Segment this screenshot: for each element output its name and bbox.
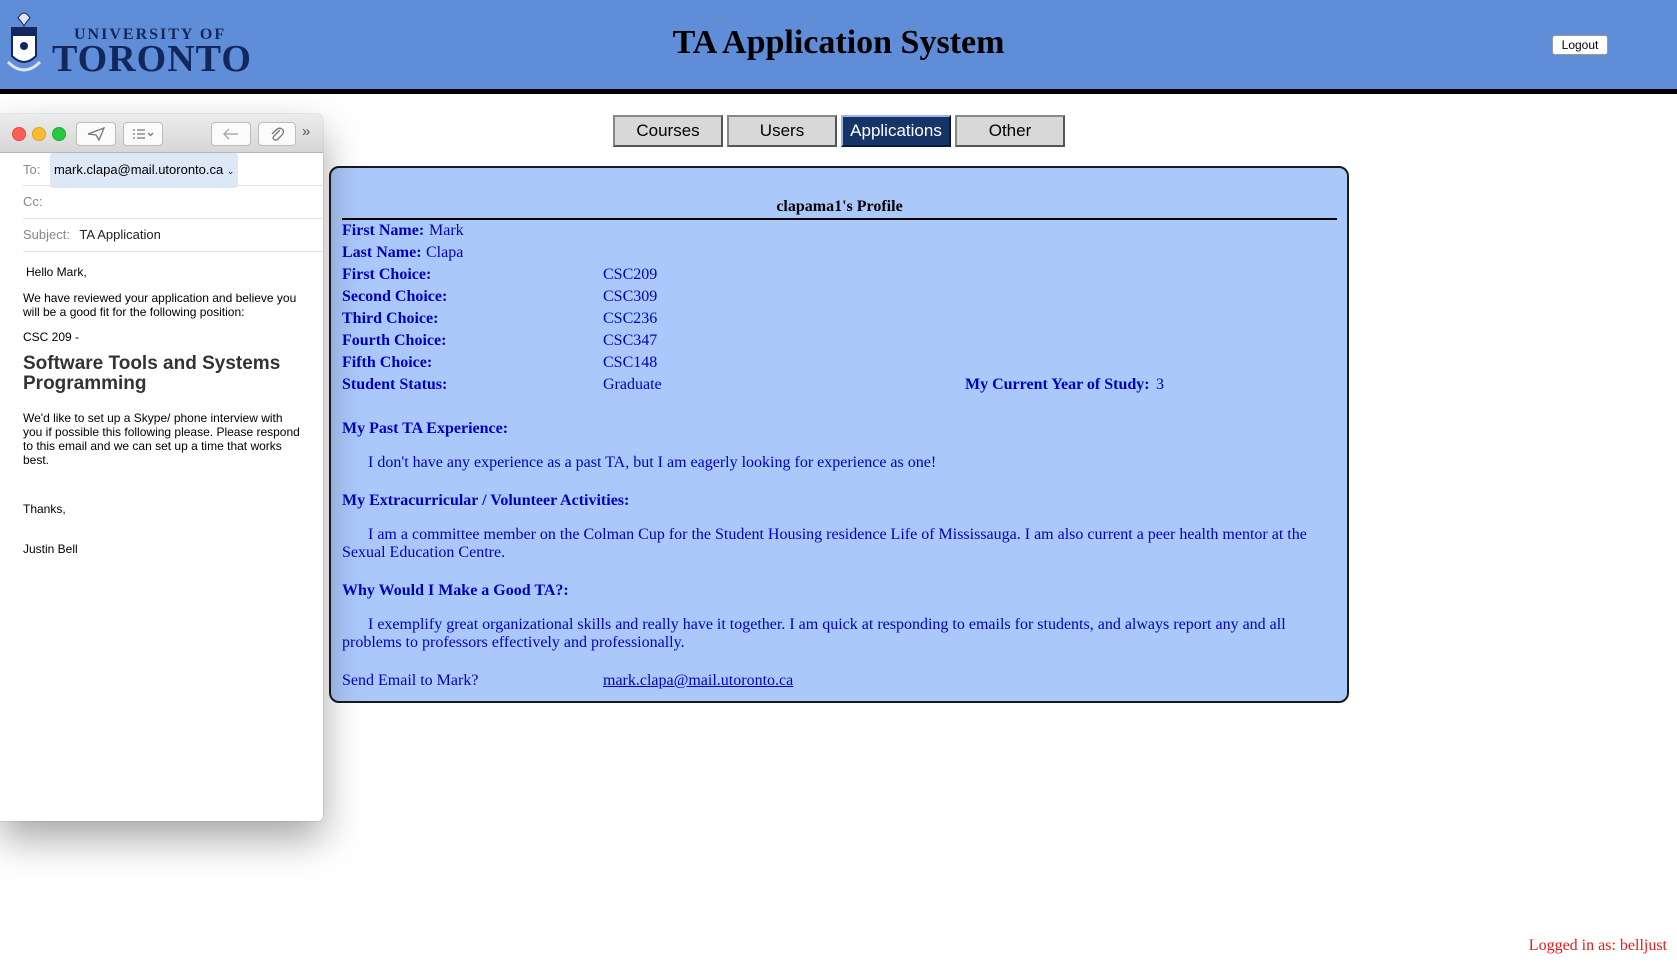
- tab-users[interactable]: Users: [727, 115, 837, 147]
- last-name-value: Clapa: [426, 244, 464, 261]
- to-recipient[interactable]: mark.clapa@mail.utoronto.ca ⌄: [49, 153, 239, 188]
- greeting: Hello Mark,: [26, 265, 87, 279]
- reply-button[interactable]: [211, 122, 251, 146]
- reply-icon: [223, 128, 238, 140]
- tab-applications[interactable]: Applications: [841, 115, 951, 147]
- year-of-study-value: 3: [1156, 376, 1164, 393]
- course-name: Software Tools and Systems Programming: [23, 353, 281, 394]
- send-icon: [87, 126, 106, 142]
- fourth-choice-label: Fourth Choice:: [342, 332, 447, 349]
- cc-label: Cc:: [23, 194, 43, 209]
- paperclip-icon: [271, 127, 285, 141]
- body-para-1: We have reviewed your application and be…: [23, 291, 297, 319]
- cc-row[interactable]: Cc:: [23, 186, 323, 219]
- logout-button[interactable]: Logout: [1552, 35, 1608, 55]
- third-choice-value: CSC236: [603, 310, 658, 327]
- why-good-ta-heading: Why Would I Make a Good TA?:: [342, 582, 569, 599]
- to-row: To: mark.clapa@mail.utoronto.ca ⌄: [23, 153, 323, 188]
- list-icon: [133, 129, 154, 139]
- first-choice-label: First Choice:: [342, 266, 432, 283]
- attach-button[interactable]: [258, 122, 296, 146]
- first-name-label: First Name:: [342, 222, 425, 239]
- chevron-down-icon: ⌄: [226, 166, 235, 176]
- page-title: TA Application System: [672, 24, 1005, 61]
- first-name-value: Mark: [429, 222, 464, 239]
- mail-compose-window: » To: mark.clapa@mail.utoronto.ca ⌄ Cc: …: [0, 114, 323, 821]
- past-ta-text: I don't have any experience as a past TA…: [368, 454, 937, 471]
- subject-value: TA Application: [79, 227, 161, 242]
- mail-toolbar: »: [0, 114, 323, 153]
- send-email-label: Send Email to Mark?: [342, 672, 479, 689]
- body-para-2: We'd like to set up a Skype/ phone inter…: [23, 411, 300, 467]
- last-name-label: Last Name:: [342, 244, 422, 261]
- thanks-line: Thanks,: [23, 502, 66, 516]
- to-recipient-text: mark.clapa@mail.utoronto.ca: [53, 162, 224, 177]
- extracurricular-text: I am a committee member on the Colman Cu…: [342, 526, 1307, 561]
- second-choice-label: Second Choice:: [342, 288, 448, 305]
- student-status-value: Graduate: [603, 376, 662, 393]
- why-good-ta-text: I exemplify great organizational skills …: [342, 616, 1286, 651]
- logged-in-status: Logged in as: belljust: [1528, 937, 1667, 954]
- signature: Justin Bell: [23, 542, 78, 556]
- email-link[interactable]: mark.clapa@mail.utoronto.ca: [603, 672, 793, 690]
- first-choice-value: CSC209: [603, 266, 658, 283]
- extracurricular-heading: My Extracurricular / Volunteer Activitie…: [342, 492, 630, 509]
- subject-row[interactable]: Subject: TA Application: [23, 219, 323, 252]
- fifth-choice-label: Fifth Choice:: [342, 354, 433, 371]
- more-chevron-icon[interactable]: »: [302, 123, 310, 140]
- year-of-study-label: My Current Year of Study:: [965, 376, 1150, 393]
- header-fields-button[interactable]: [123, 122, 163, 146]
- subject-label: Subject:: [23, 227, 70, 242]
- send-button[interactable]: [76, 122, 116, 146]
- minimize-window-button[interactable]: [32, 127, 46, 141]
- fifth-choice-value: CSC148: [603, 354, 658, 371]
- profile-title: clapama1's Profile: [342, 198, 1337, 220]
- past-ta-heading: My Past TA Experience:: [342, 420, 509, 437]
- header-bar: UNIVERSITY OF TORONTO TA Application Sys…: [0, 0, 1677, 94]
- to-label: To:: [23, 162, 41, 177]
- tab-courses[interactable]: Courses: [613, 115, 723, 147]
- zoom-window-button[interactable]: [52, 127, 66, 141]
- third-choice-label: Third Choice:: [342, 310, 439, 327]
- profile-panel: clapama1's Profile First Name: Mark Last…: [329, 166, 1349, 703]
- fourth-choice-value: CSC347: [603, 332, 658, 349]
- tab-other[interactable]: Other: [955, 115, 1065, 147]
- course-code: CSC 209 -: [23, 330, 80, 344]
- second-choice-value: CSC309: [603, 288, 658, 305]
- close-window-button[interactable]: [12, 127, 26, 141]
- student-status-label: Student Status:: [342, 376, 448, 393]
